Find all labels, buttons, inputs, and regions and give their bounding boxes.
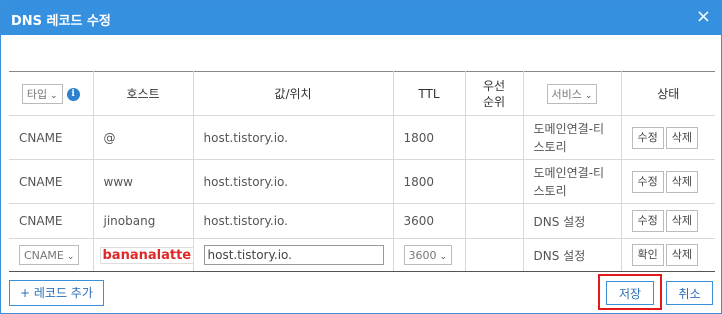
delete-button[interactable]: 삭제	[665, 170, 698, 193]
delete-button[interactable]: 삭제	[665, 244, 698, 266]
status-cell: 수정 삭제	[620, 159, 715, 204]
value-cell: host.tistory.io.	[192, 159, 394, 204]
service-filter-select[interactable]: 서비스 ⌄	[546, 83, 598, 104]
chevron-down-icon: ⌄	[584, 90, 593, 101]
priority-header-line1: 우선	[482, 78, 506, 93]
service-line1: 도메인연결-티	[533, 121, 605, 136]
service-line2: 스토리	[533, 139, 567, 154]
host-cell: bananalatte	[92, 238, 195, 272]
service-header: 서비스 ⌄	[522, 71, 622, 116]
status-cell: 수정 삭제	[620, 115, 715, 160]
type-filter-select[interactable]: 타입 ⌄	[21, 83, 63, 104]
priority-cell	[464, 115, 524, 160]
chevron-down-icon: ⌄	[439, 252, 448, 262]
ttl-cell: 1800	[392, 115, 466, 160]
service-line1: 도메인연결-티	[533, 165, 605, 180]
edit-button[interactable]: 수정	[631, 210, 664, 232]
service-cell: 도메인연결-티스토리	[522, 115, 622, 160]
type-filter-label: 타입	[26, 87, 48, 101]
dialog-title: DNS 레코드 수정	[11, 14, 111, 29]
type-header: 타입 ⌄ i	[9, 71, 94, 116]
delete-button[interactable]: 삭제	[665, 126, 698, 149]
host-cell: jinobang	[92, 203, 194, 239]
dns-record-table: 타입 ⌄ i 호스트 값/위치 TTL 우선 순위 서비스 ⌄ 상태 CNAME @ …	[9, 71, 715, 272]
type-cell: CNAME	[9, 115, 94, 160]
confirm-button[interactable]: 확인	[631, 244, 664, 266]
chevron-down-icon: ⌄	[66, 252, 75, 262]
value-cell: host.tistory.io.	[192, 115, 394, 160]
table-row: CNAME @ host.tistory.io. 1800 도메인연결-티스토리…	[9, 115, 715, 160]
value-cell: host.tistory.io.	[192, 203, 394, 239]
table-row: CNAME www host.tistory.io. 1800 도메인연결-티스…	[9, 159, 715, 204]
host-cell: www	[92, 159, 194, 204]
priority-cell	[464, 238, 524, 272]
ttl-cell: 3600 ⌄	[392, 238, 466, 272]
host-cell: @	[92, 115, 194, 160]
edit-button[interactable]: 수정	[631, 126, 664, 149]
ttl-select[interactable]: 3600 ⌄	[403, 245, 453, 265]
type-select[interactable]: CNAME ⌄	[19, 245, 80, 265]
delete-button[interactable]: 삭제	[665, 210, 698, 232]
host-input[interactable]: bananalatte	[99, 246, 195, 264]
type-cell: CNAME	[9, 203, 94, 239]
cancel-button[interactable]: 취소	[666, 281, 713, 305]
service-filter-label: 서비스	[551, 87, 582, 101]
status-cell: 확인 삭제	[620, 238, 715, 272]
edit-row: CNAME ⌄ bananalatte host.tistory.io. 3600…	[9, 238, 715, 272]
service-cell: DNS 설정	[522, 203, 622, 239]
info-icon[interactable]: i	[66, 87, 80, 101]
priority-header-line2: 순위	[482, 94, 506, 109]
ttl-cell: 1800	[392, 159, 466, 204]
type-cell: CNAME	[9, 159, 94, 204]
ttl-cell: 3600	[392, 203, 466, 239]
value-cell: host.tistory.io.	[192, 238, 394, 272]
service-cell: DNS 설정	[522, 238, 622, 272]
close-icon[interactable]: ×	[696, 6, 711, 28]
dialog-titlebar: DNS 레코드 수정 ×	[1, 1, 721, 35]
status-header: 상태	[620, 71, 715, 116]
add-record-button[interactable]: + 레코드 추가	[9, 280, 104, 306]
table-row: CNAME jinobang host.tistory.io. 3600 DNS…	[9, 203, 715, 239]
type-cell: CNAME ⌄	[9, 238, 94, 272]
dns-record-dialog: DNS 레코드 수정 × 타입 ⌄ i 호스트 값/위치 TTL 우선 순위 서비스…	[0, 0, 722, 314]
service-line2: 스토리	[533, 183, 567, 198]
ttl-header: TTL	[392, 71, 466, 116]
host-header: 호스트	[92, 71, 194, 116]
priority-cell	[464, 159, 524, 204]
priority-header: 우선 순위	[464, 71, 524, 116]
ttl-select-value: 3600	[408, 249, 437, 262]
status-cell: 수정 삭제	[620, 203, 715, 239]
chevron-down-icon: ⌄	[50, 90, 58, 101]
value-input[interactable]: host.tistory.io.	[203, 245, 384, 265]
priority-cell	[464, 203, 524, 239]
save-button[interactable]: 저장	[606, 281, 654, 305]
type-select-value: CNAME	[24, 249, 64, 262]
table-header-row: 타입 ⌄ i 호스트 값/위치 TTL 우선 순위 서비스 ⌄ 상태	[9, 71, 715, 116]
edit-button[interactable]: 수정	[631, 170, 664, 193]
value-header: 값/위치	[192, 71, 394, 116]
service-cell: 도메인연결-티스토리	[522, 159, 622, 204]
